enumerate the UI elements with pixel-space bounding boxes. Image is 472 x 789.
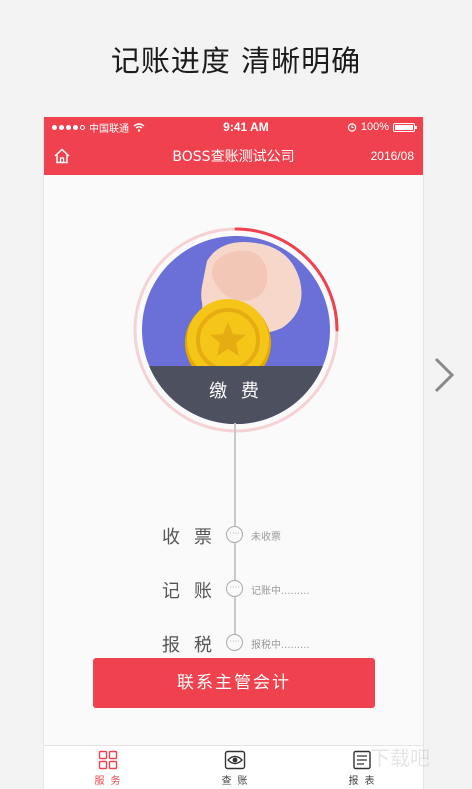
contact-accountant-button[interactable]: 联系主管会计 [93, 658, 375, 708]
grid-icon [98, 750, 117, 770]
step-bookkeeping: 记账 ···· 记账中......... [44, 577, 423, 602]
home-icon[interactable] [53, 147, 71, 165]
headline: 记账进度 清晰明确 [110, 44, 362, 78]
tab-label: 报表 [348, 776, 381, 787]
step-status: 未收票 [251, 532, 281, 543]
battery-group: 100% [347, 121, 417, 133]
pay-illustration[interactable]: 缴 费 [142, 236, 330, 424]
watermark-text: 下载吧 [370, 746, 430, 770]
step-label: 记账 [162, 581, 226, 602]
period-date[interactable]: 2016/08 [371, 149, 414, 163]
clock-time: 9:41 AM [223, 120, 269, 134]
pay-button-label[interactable]: 缴 费 [142, 366, 330, 424]
tab-bar: 服务 查账 报表 [44, 745, 423, 789]
step-status: 记账中......... [251, 586, 310, 597]
eye-icon [224, 750, 245, 770]
carrier-name: 中国联通 [89, 123, 129, 135]
report-icon [352, 750, 371, 770]
step-node-icon: ···· [226, 526, 243, 543]
status-bar: 中国联通 9:41 AM 100% [44, 117, 423, 137]
signal-icon [52, 124, 85, 130]
tab-label: 查账 [221, 776, 254, 787]
step-tax-filing: 报税 ···· 报税中......... [44, 631, 423, 656]
tab-label: 服务 [94, 776, 127, 787]
step-receive-invoice: 收票 ···· 未收票 [44, 523, 423, 548]
step-label: 收票 [162, 527, 226, 548]
tab-service[interactable]: 服务 [44, 746, 171, 789]
carrier-group: 中国联通 [52, 120, 145, 135]
step-label: 报税 [162, 635, 226, 656]
battery-percent: 100% [360, 121, 389, 133]
tab-check-accounts[interactable]: 查账 [171, 746, 298, 789]
next-page-chevron-icon[interactable] [432, 355, 456, 395]
company-title: BOSS查账测试公司 [172, 149, 295, 165]
nav-bar: BOSS查账测试公司 2016/08 [44, 137, 423, 175]
step-node-icon: ···· [226, 634, 243, 651]
wifi-icon [133, 122, 145, 132]
battery-icon [393, 122, 417, 132]
step-status: 报税中......... [251, 640, 310, 651]
phone-screen: 中国联通 9:41 AM 100% BOSS查账测试公司 2016/08 缴 费… [43, 117, 424, 789]
alarm-icon [347, 123, 357, 132]
step-node-icon: ···· [226, 580, 243, 597]
